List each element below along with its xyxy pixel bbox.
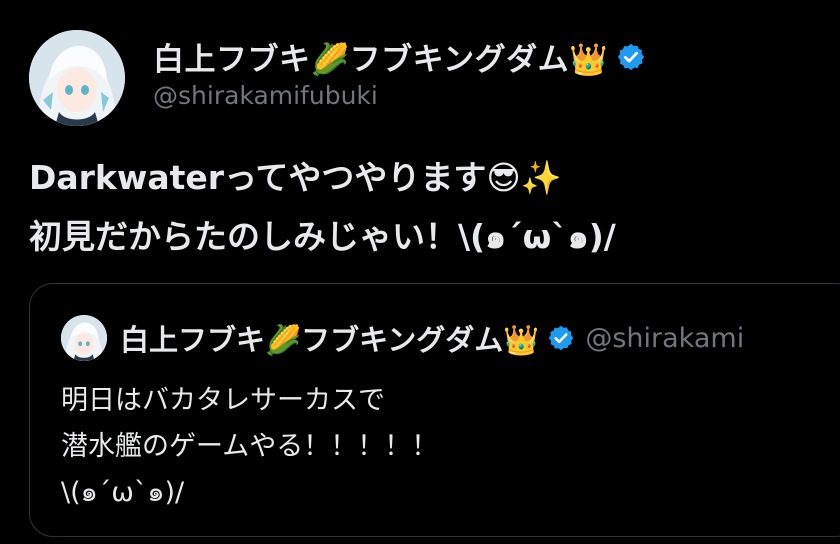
verified-badge-icon bbox=[616, 42, 646, 72]
author-handle[interactable]: @shirakamifubuki bbox=[153, 81, 378, 110]
tweet[interactable]: 白上フブキ🌽フブキングダム👑 @shirakamifubuki Darkwate… bbox=[0, 0, 840, 544]
quoted-text-line: \(๑´ω`๑)/ bbox=[61, 477, 185, 508]
quoted-handle: @shirakami bbox=[585, 322, 745, 354]
author-avatar[interactable] bbox=[29, 30, 125, 126]
quoted-text-line: 明日はバカタレサーカスで bbox=[61, 385, 385, 416]
author-name-row[interactable]: 白上フブキ🌽フブキングダム👑 bbox=[153, 34, 646, 79]
avatar-image bbox=[29, 30, 125, 126]
quoted-tweet[interactable]: 白上フブキ🌽フブキングダム👑 @shirakami 明日はバカタレサーカスで 潜… bbox=[29, 283, 840, 537]
tweet-text-line: 初見だからたのしみじゃい！\(๑´ω`๑)/ bbox=[29, 217, 616, 256]
author-display-name[interactable]: 白上フブキ🌽フブキングダム👑 bbox=[153, 34, 608, 79]
tweet-text: Darkwaterってやつやります😎✨ 初見だからたのしみじゃい！\(๑´ω`๑… bbox=[29, 148, 616, 266]
quoted-header: 白上フブキ🌽フブキングダム👑 @shirakami bbox=[120, 317, 744, 359]
quoted-tweet-text: 明日はバカタレサーカスで 潜水艦のゲームやる！！！！！ \(๑´ω`๑)/ bbox=[61, 378, 438, 516]
quoted-author-avatar bbox=[61, 315, 107, 361]
quoted-display-name: 白上フブキ🌽フブキングダム👑 bbox=[120, 323, 540, 357]
tweet-text-line: Darkwaterってやつやります😎✨ bbox=[29, 158, 562, 197]
quoted-text-line: 潜水艦のゲームやる！！！！！ bbox=[61, 431, 439, 462]
quoted-avatar-image bbox=[61, 315, 107, 361]
verified-badge-icon bbox=[547, 324, 575, 352]
